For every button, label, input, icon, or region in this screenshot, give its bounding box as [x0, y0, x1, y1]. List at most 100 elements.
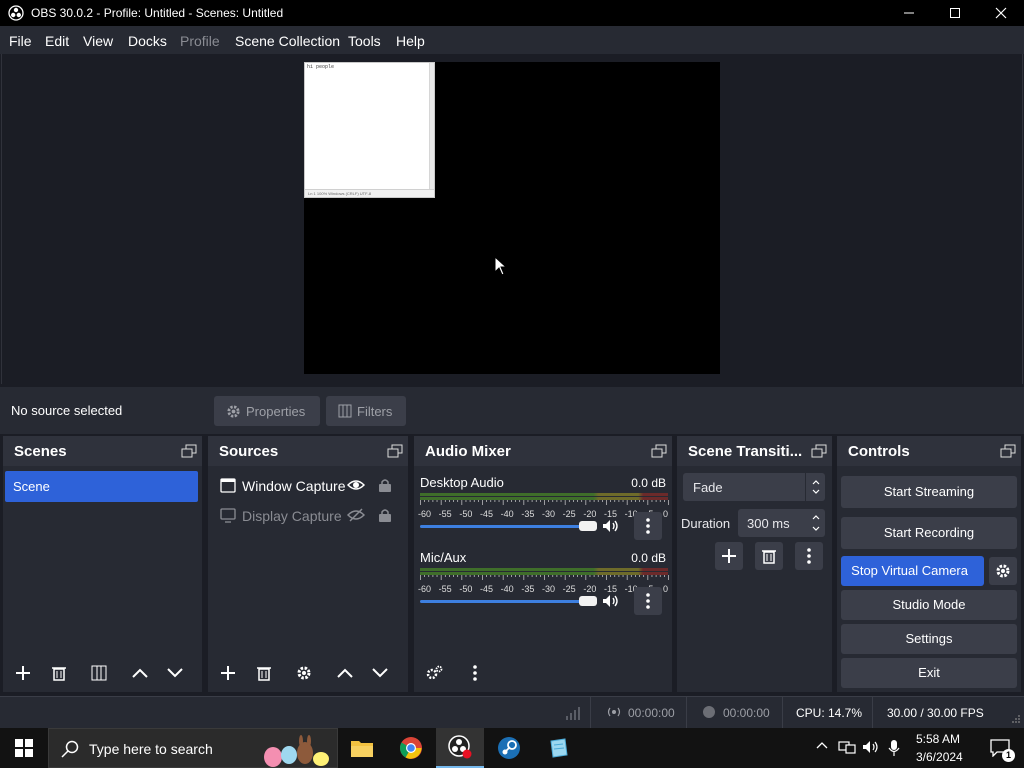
taskbar-obs[interactable] — [436, 728, 484, 768]
gear-icon — [995, 563, 1011, 579]
start-recording-button[interactable]: Start Recording — [841, 517, 1017, 549]
meter-scale-label: 0 — [663, 509, 669, 519]
notification-badge: 1 — [1002, 749, 1015, 762]
channel-level: 0.0 dB — [631, 476, 666, 490]
menu-edit[interactable]: Edit — [45, 33, 69, 49]
menu-view[interactable]: View — [83, 33, 113, 49]
studio-mode-button[interactable]: Studio Mode — [841, 590, 1017, 620]
start-button[interactable] — [0, 728, 48, 768]
chevron-up-icon[interactable] — [816, 741, 828, 749]
source-item-display-capture[interactable]: Display Capture — [216, 503, 406, 529]
window-capture-preview[interactable]: hi people Ln 1 100% Windows (CRLF) UTF-8 — [304, 62, 435, 198]
signal-icon — [565, 706, 581, 720]
meter-scale-label: -20 — [583, 509, 597, 519]
properties-button[interactable]: Properties — [214, 396, 320, 426]
notification-icon: 1 — [990, 739, 1015, 762]
volume-slider[interactable] — [420, 525, 592, 528]
remove-transition-button[interactable] — [755, 542, 783, 570]
virtual-camera-button[interactable]: Stop Virtual Camera — [841, 556, 984, 586]
undock-icon[interactable] — [387, 444, 403, 458]
undock-icon[interactable] — [1000, 444, 1016, 458]
volume-slider[interactable] — [420, 600, 592, 603]
notepad-icon — [547, 737, 569, 759]
start-streaming-button[interactable]: Start Streaming — [841, 476, 1017, 508]
undock-icon[interactable] — [811, 444, 827, 458]
meter-scale-label: -15 — [604, 584, 618, 594]
notification-center-button[interactable]: 1 — [976, 728, 1024, 768]
menu-docks[interactable]: Docks — [128, 33, 167, 49]
meter-scale-label: -40 — [500, 584, 514, 594]
source-move-up-button[interactable] — [331, 659, 359, 687]
menu-profile[interactable]: Profile — [180, 33, 220, 49]
audio-mixer-dock: Audio Mixer Desktop Audio 0.0 dB -60 -55-… — [414, 436, 672, 692]
resize-grip-icon[interactable] — [1012, 715, 1021, 724]
add-scene-button[interactable] — [9, 659, 37, 687]
lock-icon[interactable] — [378, 478, 392, 493]
folder-icon — [350, 738, 374, 758]
meter-scale-label: -45 — [480, 584, 494, 594]
channel-menu-button[interactable] — [634, 512, 662, 540]
taskbar-steam[interactable] — [485, 728, 533, 768]
title-bar[interactable]: OBS 30.0.2 - Profile: Untitled - Scenes:… — [0, 0, 1024, 26]
transition-select[interactable]: Fade — [683, 473, 825, 501]
lock-icon[interactable] — [378, 508, 392, 523]
clock-time[interactable]: 5:58 AM — [916, 732, 960, 746]
add-transition-button[interactable] — [715, 542, 743, 570]
filters-button[interactable]: Filters — [326, 396, 406, 426]
obs-icon — [447, 734, 473, 760]
menu-scene-collection[interactable]: Scene Collection — [235, 33, 340, 49]
eye-hidden-icon[interactable] — [347, 508, 365, 522]
meter-scale-label: -35 — [521, 509, 535, 519]
network-icon[interactable] — [838, 739, 856, 755]
audio-menu-button[interactable] — [461, 659, 489, 687]
menu-file[interactable]: File — [9, 33, 32, 49]
meter-scale-label: -50 — [459, 584, 473, 594]
meter-scale-label: -40 — [500, 509, 514, 519]
scene-move-down-button[interactable] — [161, 659, 189, 687]
clock-date[interactable]: 3/6/2024 — [916, 750, 963, 764]
source-item-window-capture[interactable]: Window Capture — [216, 473, 406, 499]
undock-icon[interactable] — [181, 444, 197, 458]
duration-spinbox[interactable]: 300 ms — [738, 509, 825, 537]
transitions-title: Scene Transiti... — [688, 443, 803, 460]
scene-move-up-button[interactable] — [126, 659, 154, 687]
menu-tools[interactable]: Tools — [348, 33, 381, 49]
no-source-label: No source selected — [11, 403, 123, 418]
speaker-icon[interactable] — [602, 519, 620, 533]
source-move-down-button[interactable] — [366, 659, 394, 687]
volume-slider-handle[interactable] — [579, 521, 597, 531]
taskbar-notepad[interactable] — [534, 728, 582, 768]
audio-settings-button[interactable] — [420, 659, 448, 687]
plus-icon — [220, 665, 236, 681]
scene-filters-button[interactable] — [85, 659, 113, 687]
microphone-icon[interactable] — [888, 739, 900, 757]
filter-icon — [91, 665, 107, 681]
eye-icon[interactable] — [347, 478, 365, 492]
minimize-button[interactable] — [886, 0, 932, 26]
taskbar-chrome[interactable] — [387, 728, 435, 768]
add-source-button[interactable] — [214, 659, 242, 687]
exit-button[interactable]: Exit — [841, 658, 1017, 688]
close-button[interactable] — [978, 0, 1024, 26]
settings-button[interactable]: Settings — [841, 624, 1017, 654]
properties-label: Properties — [246, 403, 306, 419]
transition-menu-button[interactable] — [795, 542, 823, 570]
menu-help[interactable]: Help — [396, 33, 425, 49]
spin-arrows-icon[interactable] — [811, 511, 821, 535]
remove-source-button[interactable] — [250, 659, 278, 687]
scene-item[interactable]: Scene — [5, 471, 198, 502]
plus-icon — [15, 665, 31, 681]
volume-slider-handle[interactable] — [579, 596, 597, 606]
channel-menu-button[interactable] — [634, 587, 662, 615]
undock-icon[interactable] — [651, 444, 667, 458]
speaker-icon[interactable] — [602, 594, 620, 608]
volume-icon[interactable] — [862, 739, 880, 755]
virtual-camera-settings-button[interactable] — [989, 557, 1017, 585]
maximize-button[interactable] — [932, 0, 978, 26]
taskbar-file-explorer[interactable] — [338, 728, 386, 768]
source-properties-button[interactable] — [290, 659, 318, 687]
scenes-dock: Scenes Scene — [3, 436, 202, 692]
remove-scene-button[interactable] — [45, 659, 73, 687]
taskbar-search-box[interactable]: Type here to search — [48, 728, 338, 768]
search-icon — [61, 740, 79, 758]
